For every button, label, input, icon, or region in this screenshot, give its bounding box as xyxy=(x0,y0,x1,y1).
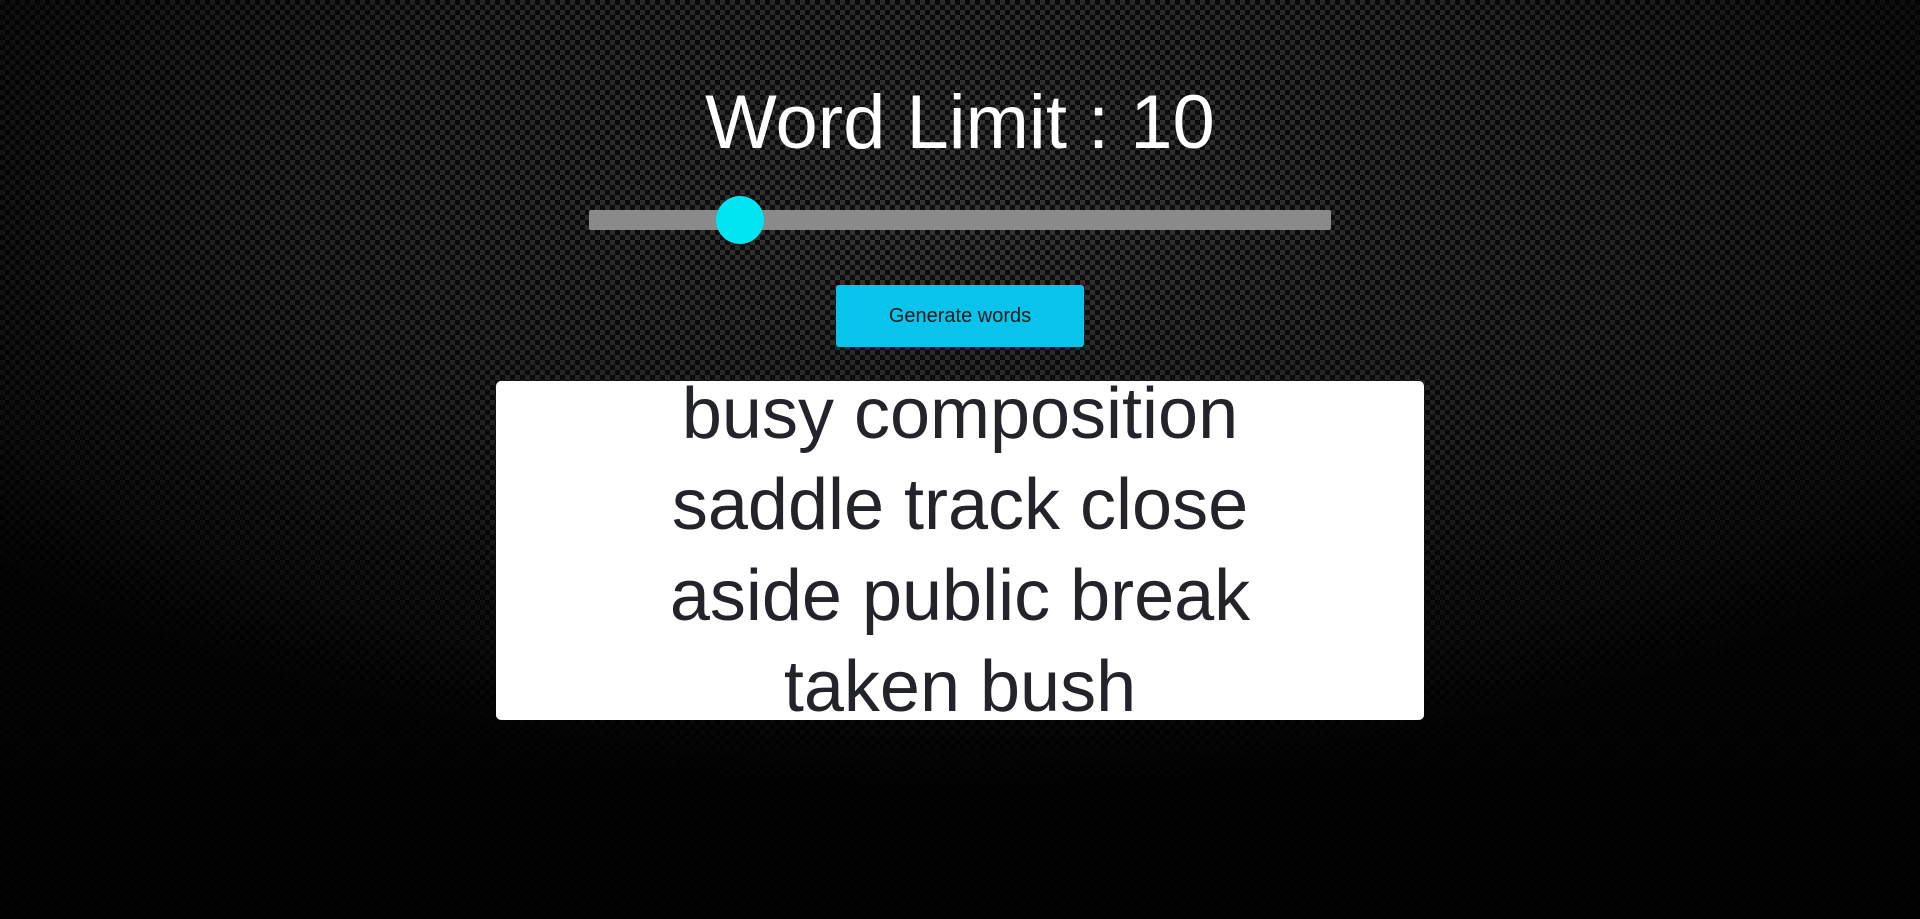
slider-thumb[interactable] xyxy=(716,196,765,244)
generated-words-text: busy composition saddle track close asid… xyxy=(669,373,1251,727)
generate-words-button[interactable]: Generate words xyxy=(836,285,1084,347)
app-container: Word Limit : 10 Generate words busy comp… xyxy=(0,0,1920,919)
word-limit-slider[interactable] xyxy=(589,196,1331,244)
generated-words-panel: busy composition saddle track close asid… xyxy=(496,374,1424,727)
word-limit-title: Word Limit : 10 xyxy=(705,80,1215,165)
